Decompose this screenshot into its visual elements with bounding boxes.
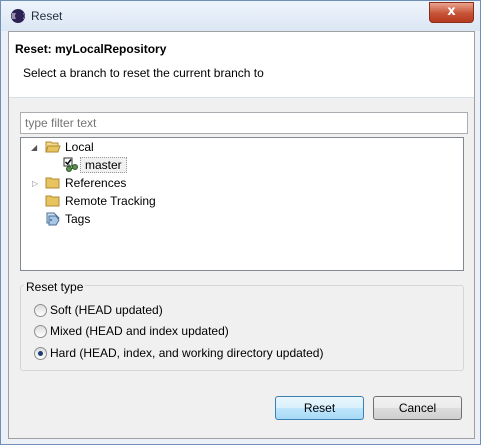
collapsed-arrow-icon[interactable]: ▷ [32, 179, 41, 188]
dialog-window: Reset x Reset: myLocalRepository Select … [0, 0, 481, 445]
tree-label-references: References [65, 176, 127, 190]
reset-type-label: Reset type [24, 280, 86, 294]
cancel-button[interactable]: Cancel [373, 396, 462, 420]
tree-label-local: Local [65, 140, 94, 154]
radio-button[interactable] [34, 325, 47, 338]
folder-icon [45, 195, 60, 207]
dialog-body: ◢ Local master [9, 98, 474, 438]
branch-icon [63, 157, 78, 172]
header-description: Select a branch to reset the current bra… [23, 66, 264, 80]
radio-label-soft: Soft (HEAD updated) [50, 303, 163, 317]
branch-tree[interactable]: ◢ Local master ▷ References Remote Track… [20, 137, 464, 271]
eclipse-icon [11, 9, 25, 23]
close-button[interactable]: x [429, 2, 474, 23]
close-icon: x [447, 4, 456, 19]
tags-icon [46, 212, 60, 226]
expanded-arrow-icon[interactable]: ◢ [31, 143, 40, 152]
tree-node-remote-tracking[interactable]: Remote Tracking [21, 192, 461, 210]
header-title: Reset: myLocalRepository [15, 42, 167, 56]
tree-label-tags: Tags [65, 212, 91, 226]
tree-node-local[interactable]: ◢ Local [21, 138, 461, 156]
folder-open-icon [45, 141, 61, 153]
title-bar[interactable]: Reset x [1, 1, 480, 31]
tree-label-remote-tracking: Remote Tracking [65, 194, 156, 208]
tree-node-master[interactable]: master [21, 156, 461, 174]
tree-label-master: master [80, 157, 127, 173]
window-title: Reset [31, 9, 63, 23]
dialog-header: Reset: myLocalRepository Select a branch… [9, 32, 474, 98]
radio-button-selected[interactable] [34, 347, 47, 360]
tree-node-references[interactable]: ▷ References [21, 174, 461, 192]
radio-button[interactable] [34, 304, 47, 317]
folder-icon [45, 177, 60, 189]
filter-input[interactable] [20, 112, 468, 134]
dialog-content: Reset: myLocalRepository Select a branch… [8, 31, 475, 439]
tree-node-tags[interactable]: Tags [21, 210, 461, 228]
radio-label-mixed: Mixed (HEAD and index updated) [50, 324, 229, 338]
radio-label-hard: Hard (HEAD, index, and working directory… [50, 346, 324, 360]
reset-button[interactable]: Reset [275, 396, 364, 420]
